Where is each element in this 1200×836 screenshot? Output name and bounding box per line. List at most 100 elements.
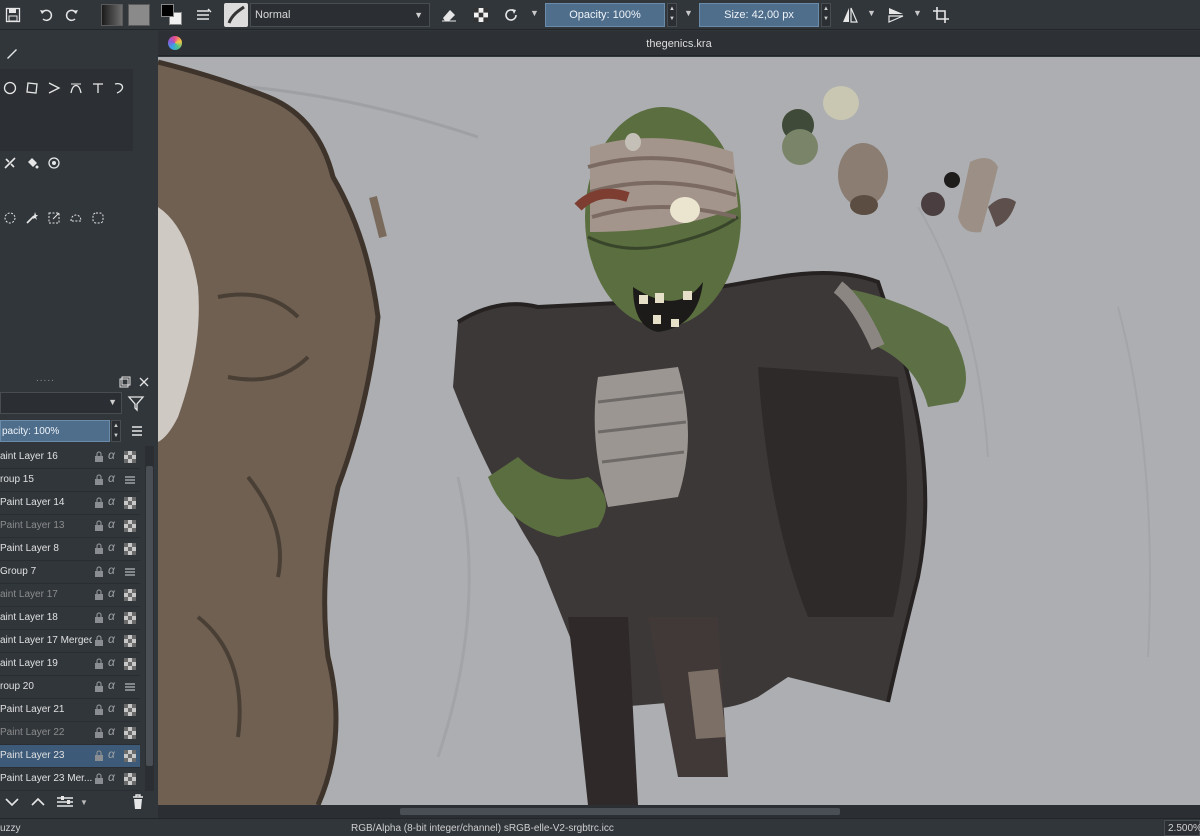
alpha-lock-icon[interactable]: α xyxy=(108,517,120,531)
lock-icon[interactable] xyxy=(93,543,105,555)
layer-row[interactable]: roup 20 α xyxy=(0,676,140,699)
magic-wand-icon[interactable] xyxy=(22,208,42,228)
lock-icon[interactable] xyxy=(93,612,105,624)
chevron-down-icon[interactable]: ▼ xyxy=(867,8,876,18)
layer-blend-mode-select[interactable]: ▼ xyxy=(0,392,122,414)
alpha-lock-icon[interactable]: α xyxy=(108,701,120,715)
close-docker-icon[interactable] xyxy=(138,376,150,391)
gradient-swatch[interactable] xyxy=(101,4,123,26)
chevron-down-icon[interactable]: ▼ xyxy=(530,8,539,18)
mirror-vertical-icon[interactable] xyxy=(884,3,908,27)
layer-properties-icon[interactable] xyxy=(56,795,76,812)
group-layer-icon[interactable] xyxy=(124,566,136,578)
reload-preset-icon[interactable] xyxy=(500,3,522,27)
lock-icon[interactable] xyxy=(93,566,105,578)
foreground-color-swatch[interactable] xyxy=(161,4,174,17)
eraser-icon[interactable] xyxy=(438,3,460,27)
pattern-swatch[interactable] xyxy=(128,4,150,26)
layer-row[interactable]: aint Layer 17 Merged α xyxy=(0,630,140,653)
brush-preset-thumbnail[interactable] xyxy=(224,3,248,27)
lock-icon[interactable] xyxy=(93,773,105,785)
delete-layer-icon[interactable] xyxy=(131,794,145,813)
lock-icon[interactable] xyxy=(93,681,105,693)
alpha-lock-icon[interactable]: α xyxy=(108,724,120,738)
paint-layer-icon[interactable] xyxy=(124,635,136,647)
layer-row[interactable]: aint Layer 16 α xyxy=(0,446,140,469)
layer-row[interactable]: Group 7 α xyxy=(0,561,140,584)
alpha-lock-icon[interactable]: α xyxy=(108,747,120,761)
dynamic-brush-icon[interactable] xyxy=(110,78,130,98)
alpha-lock-icon[interactable]: α xyxy=(108,448,120,462)
layer-row[interactable]: Paint Layer 8 α xyxy=(0,538,140,561)
layer-list-scrollbar[interactable] xyxy=(145,446,154,791)
ellipse-tool-icon[interactable] xyxy=(0,78,20,98)
group-layer-icon[interactable] xyxy=(124,474,136,486)
size-spinner[interactable]: ▲ ▼ xyxy=(821,3,831,27)
paint-layer-icon[interactable] xyxy=(124,451,136,463)
freehand-path-icon[interactable] xyxy=(88,78,108,98)
layer-row[interactable]: aint Layer 18 α xyxy=(0,607,140,630)
paint-layer-icon[interactable] xyxy=(124,543,136,555)
layer-opacity-slider[interactable]: pacity: 100% xyxy=(0,420,110,442)
lock-icon[interactable] xyxy=(93,658,105,670)
paint-layer-icon[interactable] xyxy=(124,773,136,785)
calligraphy-pen-icon[interactable] xyxy=(2,43,22,63)
layer-row[interactable]: Paint Layer 14 α xyxy=(0,492,140,515)
similar-select-icon[interactable] xyxy=(44,208,64,228)
lock-icon[interactable] xyxy=(93,635,105,647)
alpha-lock-icon[interactable]: α xyxy=(108,494,120,508)
alpha-lock-icon[interactable]: α xyxy=(108,770,120,784)
painting-canvas[interactable] xyxy=(158,57,1200,805)
paint-layer-icon[interactable] xyxy=(124,704,136,716)
opacity-slider[interactable]: Opacity: 100% xyxy=(545,3,665,27)
float-docker-icon[interactable] xyxy=(119,376,131,391)
layer-row[interactable]: Paint Layer 13 α xyxy=(0,515,140,538)
layer-row[interactable]: Paint Layer 22 α xyxy=(0,722,140,745)
canvas-horizontal-scrollbar[interactable] xyxy=(158,805,1200,818)
alpha-lock-icon[interactable]: α xyxy=(108,678,120,692)
move-layer-up-icon[interactable] xyxy=(30,795,46,812)
brush-settings-icon[interactable] xyxy=(193,3,215,27)
alpha-lock-icon[interactable]: α xyxy=(108,563,120,577)
alpha-lock-icon[interactable]: α xyxy=(108,540,120,554)
blend-mode-select[interactable]: Normal ▼ xyxy=(250,3,430,27)
fill-bucket-icon[interactable] xyxy=(22,153,42,173)
opacity-spinner[interactable]: ▲ ▼ xyxy=(667,3,677,27)
paint-layer-icon[interactable] xyxy=(124,727,136,739)
lock-icon[interactable] xyxy=(93,520,105,532)
polyline-tool-icon[interactable] xyxy=(44,78,64,98)
color-sampler-icon[interactable] xyxy=(44,153,64,173)
paint-layer-icon[interactable] xyxy=(124,497,136,509)
lock-icon[interactable] xyxy=(93,589,105,601)
layer-row[interactable]: Paint Layer 21 α xyxy=(0,699,140,722)
alpha-lock-icon[interactable]: α xyxy=(108,655,120,669)
scrollbar-thumb[interactable] xyxy=(146,466,153,766)
group-layer-icon[interactable] xyxy=(124,681,136,693)
layer-opacity-spinner[interactable]: ▲ ▼ xyxy=(111,420,121,442)
paint-layer-icon[interactable] xyxy=(124,658,136,670)
fg-bg-color-selector[interactable] xyxy=(160,3,184,27)
alpha-lock-icon[interactable]: α xyxy=(108,586,120,600)
lock-icon[interactable] xyxy=(93,704,105,716)
move-layer-down-icon[interactable] xyxy=(4,795,20,812)
chevron-down-icon[interactable]: ▼ xyxy=(913,8,922,18)
mirror-horizontal-icon[interactable] xyxy=(838,3,862,27)
lock-icon[interactable] xyxy=(93,451,105,463)
layer-row[interactable]: roup 15 α xyxy=(0,469,140,492)
bezier-select-icon[interactable] xyxy=(66,208,86,228)
layer-row[interactable]: Paint Layer 23 Mer... α xyxy=(0,768,140,791)
wrap-around-icon[interactable] xyxy=(930,3,952,27)
colorize-mask-icon[interactable] xyxy=(0,153,20,173)
layer-row[interactable]: aint Layer 17 α xyxy=(0,584,140,607)
alpha-lock-icon[interactable]: α xyxy=(108,609,120,623)
magnetic-select-icon[interactable] xyxy=(88,208,108,228)
filter-icon[interactable] xyxy=(127,394,147,417)
paint-layer-icon[interactable] xyxy=(124,750,136,762)
lock-icon[interactable] xyxy=(93,474,105,486)
layer-row[interactable]: Paint Layer 23 α xyxy=(0,745,140,768)
bezier-tool-icon[interactable] xyxy=(66,78,86,98)
brush-size-slider[interactable]: Size: 42,00 px xyxy=(699,3,819,27)
paint-layer-icon[interactable] xyxy=(124,589,136,601)
zoom-level-field[interactable]: 2.500% xyxy=(1164,820,1200,836)
preserve-alpha-icon[interactable] xyxy=(470,3,492,27)
